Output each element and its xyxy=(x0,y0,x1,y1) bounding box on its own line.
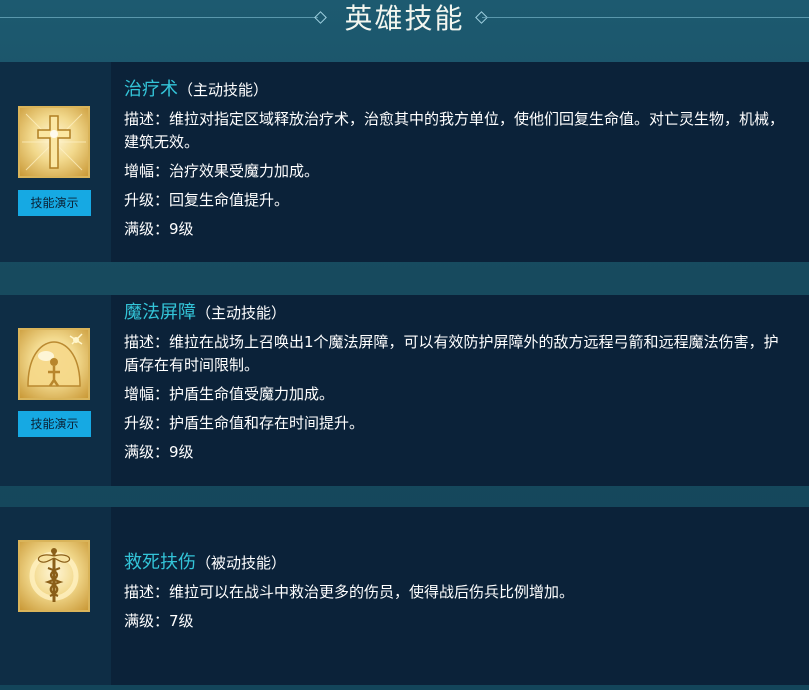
skill-title: 魔法屏障（主动技能） xyxy=(124,301,793,325)
skill-title: 治疗术（主动技能） xyxy=(124,78,793,102)
skill-title: 救死扶伤（被动技能） xyxy=(124,551,793,575)
skill-demo-button[interactable]: 技能演示 xyxy=(18,190,91,216)
line-label: 描述： xyxy=(124,333,170,351)
line-label: 描述： xyxy=(124,583,170,601)
skill-upgrade: 升级：回复生命值提升。 xyxy=(124,189,793,212)
skill-type: （被动技能） xyxy=(196,554,287,572)
header-divider-right xyxy=(482,17,809,18)
line-label: 增幅： xyxy=(124,385,170,403)
skill-card: 技能演示 治疗术（主动技能） 描述：维拉对指定区域释放治疗术，治愈其中的我方单位… xyxy=(0,62,809,262)
skill-max-level: 满级：9级 xyxy=(124,441,793,464)
line-text: 护盾生命值和存在时间提升。 xyxy=(169,414,365,432)
line-text: 9级 xyxy=(169,443,194,461)
skill-max-level: 满级：7级 xyxy=(124,610,793,633)
skill-description: 描述：维拉可以在战斗中救治更多的伤员，使得战后伤兵比例增加。 xyxy=(124,581,793,604)
skill-name: 救死扶伤 xyxy=(124,552,196,573)
skill-demo-button[interactable]: 技能演示 xyxy=(18,411,91,437)
line-text: 维拉对指定区域释放治疗术，治愈其中的我方单位，使他们回复生命值。对亡灵生物，机械… xyxy=(124,110,785,151)
line-text: 维拉可以在战斗中救治更多的伤员，使得战后伤兵比例增加。 xyxy=(169,583,575,601)
skill-max-level: 满级：9级 xyxy=(124,218,793,241)
line-text: 9级 xyxy=(169,220,194,238)
skill-type: （主动技能） xyxy=(196,304,287,322)
line-label: 满级： xyxy=(124,443,170,461)
line-text: 治疗效果受魔力加成。 xyxy=(169,162,320,180)
skill-card: 救死扶伤（被动技能） 描述：维拉可以在战斗中救治更多的伤员，使得战后伤兵比例增加… xyxy=(0,507,809,685)
skill-description: 描述：维拉对指定区域释放治疗术，治愈其中的我方单位，使他们回复生命值。对亡灵生物… xyxy=(124,108,793,154)
line-label: 升级： xyxy=(124,191,170,209)
skill-card: 技能演示 魔法屏障（主动技能） 描述：维拉在战场上召唤出1个魔法屏障，可以有效防… xyxy=(0,295,809,486)
line-text: 护盾生命值受魔力加成。 xyxy=(169,385,335,403)
skill-name: 魔法屏障 xyxy=(124,302,196,323)
caduceus-icon xyxy=(18,540,90,612)
skill-type: （主动技能） xyxy=(178,81,269,99)
line-label: 描述： xyxy=(124,110,170,128)
skill-boost: 增幅：护盾生命值受魔力加成。 xyxy=(124,383,793,406)
page-header: 英雄技能 xyxy=(0,0,809,38)
line-text: 7级 xyxy=(169,612,194,630)
line-text: 回复生命值提升。 xyxy=(169,191,290,209)
skill-upgrade: 升级：护盾生命值和存在时间提升。 xyxy=(124,412,793,435)
skill-boost: 增幅：治疗效果受魔力加成。 xyxy=(124,160,793,183)
page-title: 英雄技能 xyxy=(344,2,465,35)
shield-bubble-icon xyxy=(18,328,90,400)
line-label: 满级： xyxy=(124,220,170,238)
skill-name: 治疗术 xyxy=(124,79,178,100)
line-label: 升级： xyxy=(124,414,170,432)
line-label: 满级： xyxy=(124,612,170,630)
line-text: 维拉在战场上召唤出1个魔法屏障，可以有效防护屏障外的敌方远程弓箭和远程魔法伤害，… xyxy=(124,333,779,374)
cross-icon xyxy=(18,106,90,178)
line-label: 增幅： xyxy=(124,162,170,180)
skill-description: 描述：维拉在战场上召唤出1个魔法屏障，可以有效防护屏障外的敌方远程弓箭和远程魔法… xyxy=(124,331,793,377)
